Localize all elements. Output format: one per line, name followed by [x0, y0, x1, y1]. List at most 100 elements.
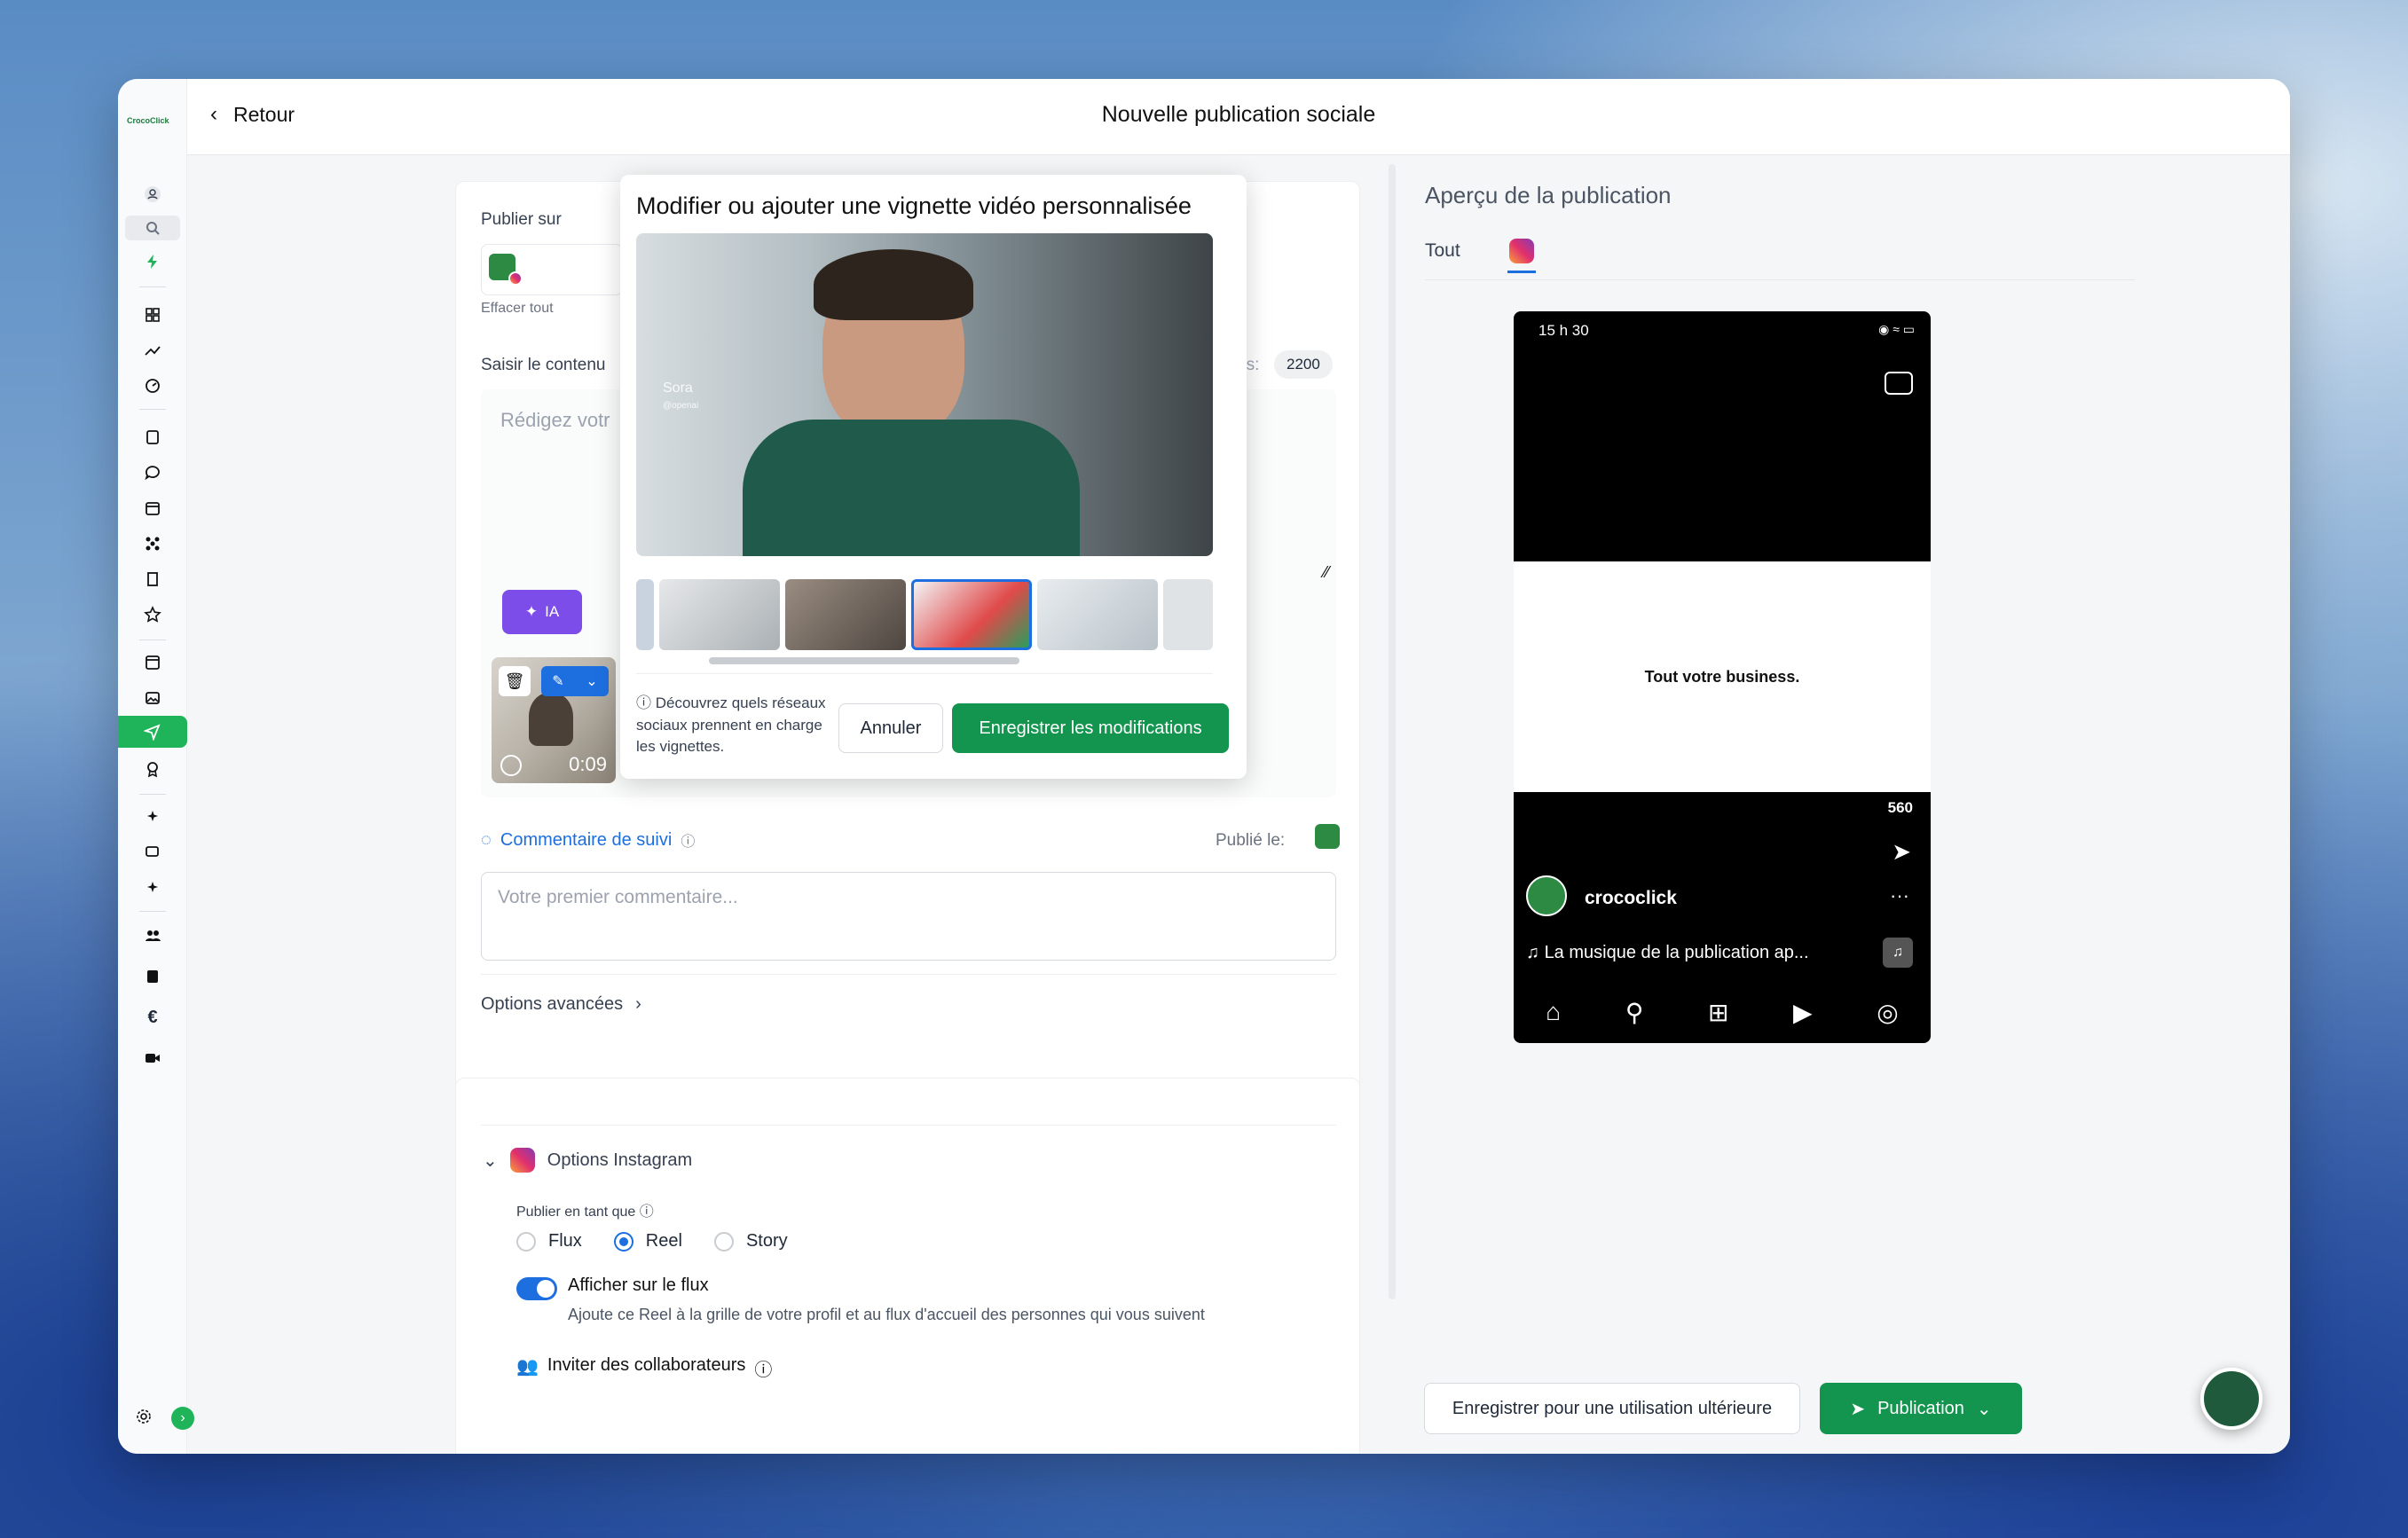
dashboard-icon[interactable]	[118, 301, 187, 329]
more-icon: ···	[1890, 884, 1909, 906]
instagram-badge-icon	[508, 271, 523, 286]
instagram-options-title: Options Instagram	[547, 1150, 693, 1170]
thumbnail-info: ⓘ Découvrez quels réseaux sociaux prenne…	[636, 694, 826, 756]
settings-icon[interactable]	[118, 1402, 178, 1431]
tab-all[interactable]: Tout	[1425, 240, 1460, 262]
ai-chat-icon[interactable]	[118, 838, 187, 867]
home-icon: ⌂	[1546, 998, 1562, 1025]
apps-icon[interactable]	[118, 530, 187, 558]
ai-label: IA	[545, 603, 560, 620]
video-thumb-figure	[529, 693, 573, 746]
clear-all-link[interactable]: Effacer tout	[481, 301, 554, 317]
thumbnail-item[interactable]	[659, 579, 780, 650]
first-comment-input[interactable]: Votre premier commentaire...	[481, 872, 1336, 961]
profile-icon: ◎	[1877, 999, 1899, 1026]
video-attachment[interactable]: 🗑 ✎ ⌄ 0:09	[492, 657, 616, 783]
radio-reel[interactable]: Reel	[613, 1231, 682, 1252]
published-on-label: Publié le:	[1216, 831, 1286, 850]
cancel-button[interactable]: Annuler	[838, 703, 943, 753]
pencil-icon: ✎	[552, 674, 564, 689]
info-icon: ⓘ	[636, 694, 656, 711]
slide-text: Tout votre business.	[1514, 561, 1931, 792]
tab-instagram[interactable]	[1507, 239, 1536, 274]
video-camera-icon[interactable]	[118, 1044, 187, 1072]
gauge-icon[interactable]	[118, 372, 187, 400]
notebook-icon[interactable]	[118, 423, 187, 451]
followup-comment-toggle[interactable]: ◌ Commentaire de suivi ⓘ	[481, 829, 695, 851]
thumbnail-strip[interactable]	[636, 579, 1213, 650]
video-duration: 0:09	[569, 753, 607, 775]
save-thumbnail-button[interactable]: Enregistrer les modifications	[952, 703, 1229, 753]
radio-story[interactable]: Story	[713, 1231, 788, 1252]
music-line: ♫ La musique de la publication ap...	[1526, 943, 1809, 962]
chevron-down-icon: ⌄	[586, 674, 598, 689]
chevron-right-icon: ›	[635, 994, 641, 1014]
publish-as-label: Publier en tant que ⓘ	[516, 1205, 654, 1220]
top-bar: ‹ Retour Nouvelle publication sociale	[187, 79, 2290, 155]
invite-collaborators[interactable]: 👥 Inviter des collaborateurs ⓘ	[516, 1355, 772, 1381]
radio-flux[interactable]: Flux	[516, 1231, 582, 1252]
thumbnail-scrollbar[interactable]	[709, 657, 1019, 664]
thumbnail-item[interactable]	[785, 579, 906, 650]
thumbnail-item[interactable]	[636, 579, 654, 650]
modal-title: Modifier ou ajouter une vignette vidéo p…	[636, 192, 1192, 219]
chevron-down-icon: ⌄	[1976, 1399, 1992, 1419]
search-icon[interactable]	[125, 216, 180, 240]
save-for-later-button[interactable]: Enregistrer pour une utilisation ultérie…	[1424, 1383, 1800, 1434]
thumbnail-item[interactable]	[1163, 579, 1213, 650]
play-icon	[500, 755, 522, 776]
phone-time: 15 h 30	[1538, 322, 1589, 339]
award-icon[interactable]	[118, 755, 187, 783]
users-icon: 👥	[516, 1357, 539, 1377]
app-logo: CrocoClick	[127, 116, 169, 125]
publish-label: Publication	[1877, 1398, 1964, 1418]
publish-button[interactable]: ➤ Publication ⌄	[1820, 1383, 2022, 1434]
phone-nav-bar: ⌂ ⚲ ⊞ ▶ ◎	[1514, 998, 1931, 1027]
advanced-options-label: Options avancées	[481, 994, 624, 1014]
calendar-icon[interactable]	[118, 494, 187, 522]
send-icon[interactable]	[118, 716, 187, 748]
info-icon: ⓘ	[754, 1361, 773, 1380]
ai-button[interactable]: ✦ IA	[502, 590, 582, 634]
content-placeholder: Rédigez votr	[500, 409, 610, 431]
star-icon[interactable]	[118, 600, 187, 629]
chat-icon[interactable]	[118, 459, 187, 487]
euro-icon[interactable]: €	[118, 1003, 187, 1032]
account-avatar	[1526, 875, 1567, 916]
preview-title: Aperçu de la publication	[1425, 182, 1672, 208]
profile-icon[interactable]	[118, 180, 187, 208]
music-icon: ♫	[1883, 938, 1913, 968]
info-icon: ⓘ	[639, 1205, 654, 1220]
delete-icon[interactable]: 🗑	[499, 666, 531, 696]
chatbot-button[interactable]	[2200, 1368, 2262, 1430]
edit-thumbnail-button[interactable]: ✎ ⌄	[541, 666, 609, 696]
add-icon: ⊞	[1707, 999, 1729, 1026]
likes-count: 560	[1887, 799, 1913, 816]
thumbnail-modal: Modifier ou ajouter une vignette vidéo p…	[620, 175, 1247, 779]
thumbnail-item[interactable]	[1037, 579, 1158, 650]
account-selector[interactable]	[481, 244, 623, 295]
char-count-badge: 2200	[1274, 350, 1333, 379]
send-icon: ➤	[1850, 1399, 1866, 1419]
chevron-down-icon: ⌄	[483, 1150, 498, 1171]
trend-icon[interactable]	[118, 336, 187, 365]
sidebar: CrocoClick € ›	[118, 79, 194, 1454]
instagram-options-header[interactable]: ⌄ Options Instagram	[483, 1148, 692, 1173]
editor-scrollbar[interactable]	[1389, 164, 1396, 1299]
thumbnail-item-selected[interactable]	[911, 579, 1032, 650]
expand-sidebar-button[interactable]: ›	[171, 1407, 194, 1430]
sparkle-icon[interactable]	[118, 803, 187, 831]
contacts-icon[interactable]	[118, 962, 187, 991]
person-shirt	[743, 420, 1080, 556]
bolt-icon[interactable]	[118, 247, 187, 276]
show-in-feed-toggle[interactable]	[516, 1277, 557, 1300]
comment-icon: ◌	[481, 829, 492, 850]
status-icons: ◉ ≈ ▭	[1878, 322, 1915, 336]
advanced-options-link[interactable]: Options avancées ›	[481, 994, 641, 1015]
browser-icon[interactable]	[118, 648, 187, 677]
document-icon[interactable]	[118, 565, 187, 593]
users-icon[interactable]	[118, 922, 187, 950]
resize-handle-icon: ⁄⁄	[1323, 563, 1329, 581]
magic-icon[interactable]	[118, 874, 187, 902]
image-icon[interactable]	[118, 684, 187, 712]
